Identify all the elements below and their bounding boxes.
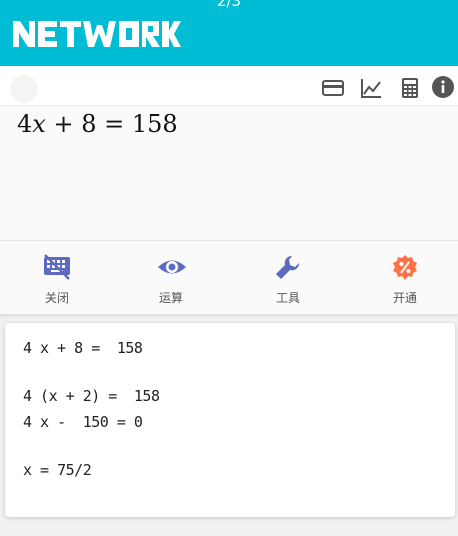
page-indicator: 2/3 bbox=[216, 0, 242, 10]
solution-answer: x = 75/2 bbox=[23, 461, 92, 479]
chart-line-icon[interactable] bbox=[359, 76, 383, 100]
close-label: 关闭 bbox=[44, 291, 69, 305]
equation-text: 4x + 8 = 158 bbox=[17, 110, 178, 138]
header-bar: 2/3 bbox=[0, 0, 458, 66]
wrench-icon bbox=[276, 255, 300, 279]
equation-rest: + 8 = 158 bbox=[45, 110, 178, 138]
compute-button[interactable]: 运算 bbox=[114, 241, 228, 315]
keyboard-icon bbox=[44, 254, 70, 280]
badge-percent-icon bbox=[393, 255, 417, 280]
app-screen: 2/3 4x + 8 = 158 关闭 运算 工具 开通 4 x + 8 = 1… bbox=[0, 0, 458, 536]
tools-label: 工具 bbox=[275, 291, 300, 305]
solution-card: 4 x + 8 = 158 4 (x + 2) = 158 4 x - 150 … bbox=[5, 323, 455, 517]
info-icon[interactable] bbox=[431, 75, 455, 99]
eye-icon bbox=[158, 260, 186, 274]
calculator-icon[interactable] bbox=[398, 76, 422, 100]
equation-coefficient: 4 bbox=[17, 110, 33, 138]
avatar[interactable] bbox=[10, 75, 38, 103]
equation-variable: x bbox=[32, 110, 46, 138]
activate-label: 开通 bbox=[392, 291, 417, 305]
close-keyboard-button[interactable]: 关闭 bbox=[0, 241, 114, 315]
compute-label: 运算 bbox=[158, 291, 183, 305]
solution-step: 4 x + 8 = 158 bbox=[23, 339, 143, 357]
equation-display[interactable]: 4x + 8 = 158 bbox=[0, 106, 458, 240]
tools-button[interactable]: 工具 bbox=[231, 241, 345, 315]
activate-button[interactable]: 开通 bbox=[348, 241, 458, 315]
network-logo bbox=[13, 21, 181, 47]
action-bar: 关闭 运算 工具 开通 bbox=[0, 240, 458, 314]
card-icon[interactable] bbox=[321, 76, 345, 100]
solution-step: 4 x - 150 = 0 bbox=[23, 413, 143, 431]
toolbar bbox=[0, 66, 458, 106]
solution-step: 4 (x + 2) = 158 bbox=[23, 387, 160, 405]
